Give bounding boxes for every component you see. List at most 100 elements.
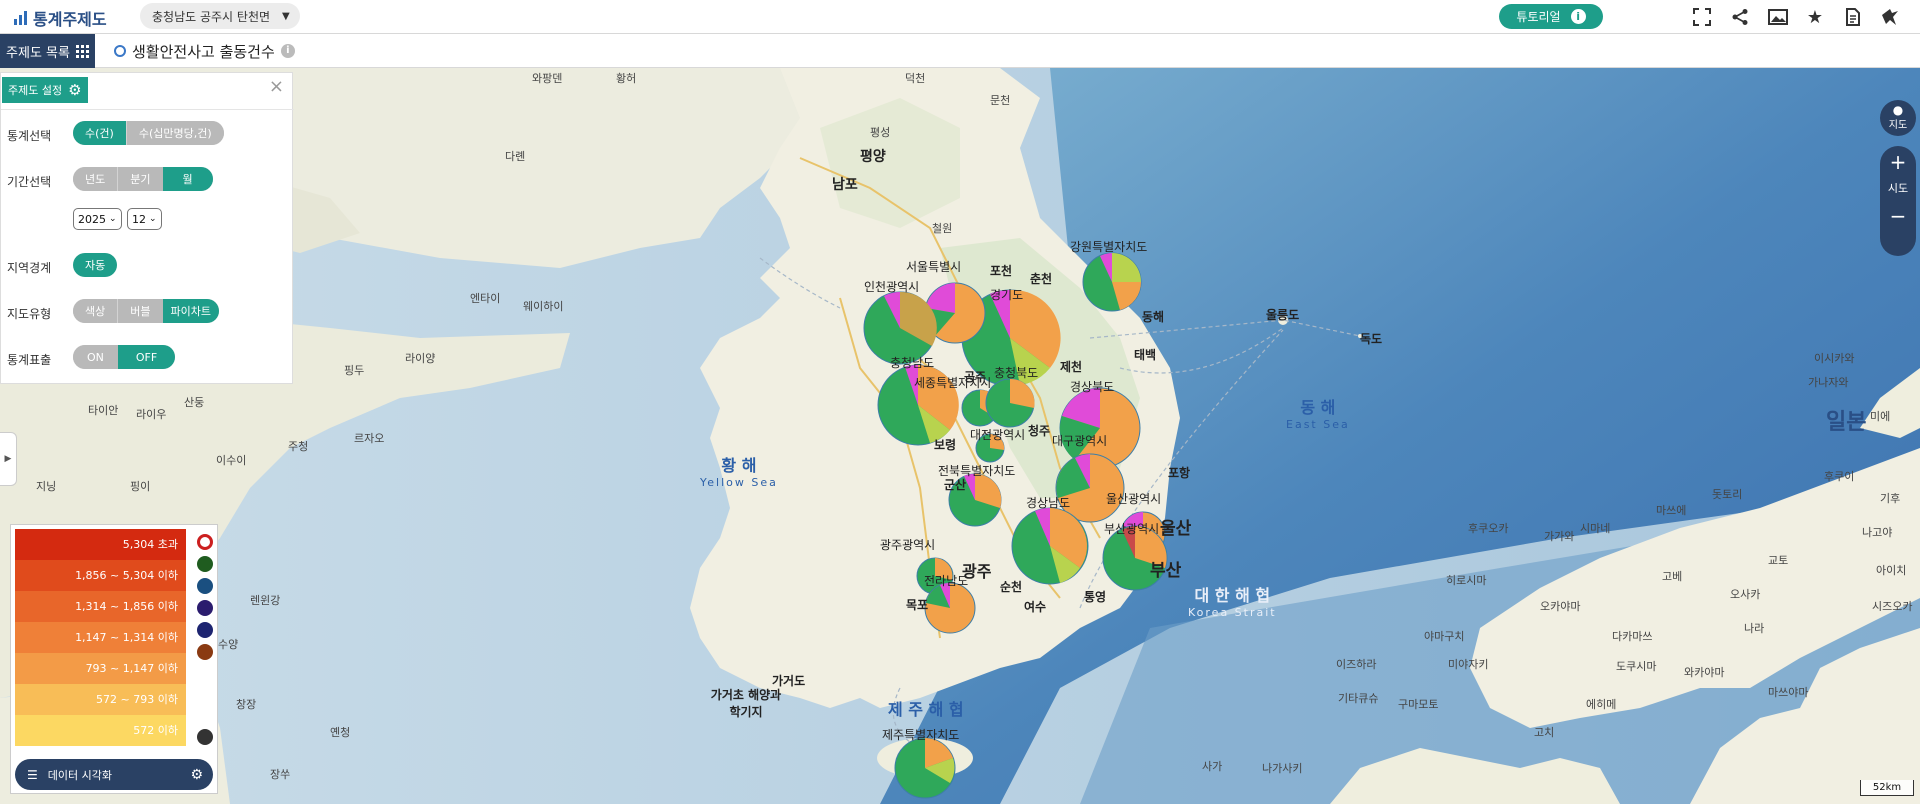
region-label: 경기도: [990, 288, 1024, 302]
star-icon[interactable]: ★: [1803, 5, 1827, 29]
place-label: 장쑤: [270, 768, 291, 781]
maptype-option-color[interactable]: 색상: [73, 299, 118, 323]
sea-label-yellow: 황 해 Yellow Sea: [700, 456, 778, 489]
logo-text: 통계주제도: [33, 10, 107, 29]
period-option-month[interactable]: 월: [162, 167, 213, 191]
radio-icon: [114, 45, 126, 57]
year-select[interactable]: 2025 ⌄: [73, 208, 122, 230]
check-icon[interactable]: [197, 534, 213, 550]
theme-list-label: 주제도 목록: [6, 45, 70, 61]
place-label: 르자오: [354, 432, 385, 445]
color-swatch[interactable]: [197, 556, 213, 572]
month-select[interactable]: 12 ⌄: [127, 208, 162, 230]
legend-class: 572 이하: [15, 715, 186, 746]
color-swatch[interactable]: [197, 644, 213, 660]
top-bar: 통계주제도 충청남도 공주시 탄천면 ▼ 튜토리얼 i ★: [0, 0, 1920, 34]
place-label: 주청: [288, 440, 309, 453]
region-label: 충청남도: [890, 356, 935, 370]
place-label: 산둥: [184, 396, 205, 409]
direction-icon[interactable]: [1878, 5, 1902, 29]
legend-class: 572 ~ 793 이하: [15, 684, 186, 715]
period-option-quarter[interactable]: 분기: [117, 167, 163, 191]
place-label: 교토: [1768, 554, 1789, 567]
info-icon[interactable]: i: [280, 44, 295, 58]
zoom-out-button[interactable]: −: [1880, 202, 1916, 230]
place-label: 나가사키: [1262, 762, 1303, 775]
fullscreen-icon[interactable]: [1690, 5, 1714, 29]
bar-chart-icon: [14, 11, 27, 25]
pie-gyeongnam[interactable]: [1011, 507, 1089, 585]
logo[interactable]: 통계주제도: [14, 6, 107, 30]
map-view-button[interactable]: ● 지도: [1880, 100, 1916, 136]
place-label: 다롄: [505, 150, 526, 163]
caret-right-icon: ▶: [4, 454, 12, 464]
theme-list-button[interactable]: 주제도 목록: [0, 34, 95, 68]
place-label: 춘천: [1030, 272, 1053, 286]
pie-jeju[interactable]: [894, 737, 956, 799]
map-view-label: 지도: [1888, 120, 1908, 131]
color-swatch[interactable]: [197, 600, 213, 616]
tutorial-button[interactable]: 튜토리얼 i: [1499, 4, 1603, 29]
region-label: 경상북도: [1070, 380, 1115, 394]
pie-gangwon[interactable]: [1082, 252, 1142, 312]
place-label: 독도: [1360, 332, 1383, 346]
place-label: 사가: [1202, 760, 1223, 773]
stat-option-count[interactable]: 수(건): [73, 121, 126, 145]
share-icon[interactable]: [1728, 5, 1752, 29]
caret-down-icon: ▼: [282, 10, 290, 22]
region-label: 울산광역시: [1106, 492, 1162, 506]
region-label: 충청북도: [994, 366, 1039, 380]
period-option-year[interactable]: 년도: [73, 167, 118, 191]
place-label: 가거도: [772, 674, 806, 688]
pie-chungbuk[interactable]: [985, 378, 1035, 428]
row-label-period: 기간선택: [7, 175, 52, 189]
row-label-boundary: 지역경계: [7, 261, 52, 275]
place-label: 오카야마: [1540, 600, 1581, 613]
data-visualization-button[interactable]: ☰ 데이터 시각화 ⚙: [15, 759, 213, 790]
gear-icon[interactable]: ⚙: [190, 767, 203, 783]
boundary-option-auto[interactable]: 자동: [73, 253, 118, 277]
place-label: 이시카와: [1814, 352, 1855, 365]
place-label: 옌청: [330, 726, 351, 739]
pie-jeonnam[interactable]: [924, 582, 976, 634]
color-swatch[interactable]: [197, 578, 213, 594]
report-icon[interactable]: [1841, 5, 1865, 29]
region-selector[interactable]: 충청남도 공주시 탄천면 ▼: [140, 3, 300, 29]
year-value: 2025: [78, 212, 106, 226]
zoom-in-button[interactable]: +: [1880, 148, 1916, 176]
place-label: 가거초 해양과학기지: [710, 688, 782, 719]
region-label: 인천광역시: [864, 280, 920, 294]
region-label: 전북특별자치도: [938, 464, 1016, 478]
panel-toggle-button[interactable]: ▶: [0, 432, 17, 486]
display-option-off[interactable]: OFF: [117, 345, 176, 369]
region-label: 세종특별자치시: [914, 376, 992, 390]
disable-icon[interactable]: [197, 729, 213, 745]
stat-option-per-capita[interactable]: 수(십만명당,건): [125, 121, 224, 145]
city-label: 울산: [1160, 519, 1192, 539]
place-label: 울릉도: [1266, 308, 1300, 322]
place-label: 아이치: [1876, 564, 1907, 577]
maptype-option-pie[interactable]: 파이차트: [162, 299, 219, 323]
maptype-option-bubble[interactable]: 버블: [117, 299, 163, 323]
place-label: 시즈오카: [1872, 600, 1913, 613]
chevron-down-icon: ⌄: [149, 214, 157, 224]
place-label: 이수이: [216, 454, 247, 467]
maptype-select: 색상 버블 파이차트: [73, 299, 219, 323]
place-label: 가가와: [1544, 530, 1575, 543]
place-label: 와팡덴: [532, 72, 563, 85]
place-label: 엔타이: [470, 292, 501, 305]
image-icon[interactable]: [1766, 5, 1790, 29]
place-label: 시마네: [1580, 522, 1611, 535]
theme-title-text: 생활안전사고 출동건수: [132, 42, 275, 61]
color-swatch[interactable]: [197, 622, 213, 638]
place-label: 고치: [1534, 726, 1555, 739]
legend-class: 1,147 ~ 1,314 이하: [15, 622, 186, 653]
place-label: 후쿠이: [1824, 470, 1855, 483]
display-option-on[interactable]: ON: [73, 345, 118, 369]
sea-label-korea-strait: 대 한 해 협 Korea Strait: [1188, 586, 1277, 619]
theme-bar: 주제도 목록 생활안전사고 출동건수 i: [0, 34, 1920, 68]
place-label: 다카마쓰: [1612, 630, 1653, 643]
place-label: 가나자와: [1808, 376, 1849, 389]
gear-icon[interactable]: ⚙: [68, 81, 81, 99]
close-icon[interactable]: ×: [269, 78, 284, 96]
